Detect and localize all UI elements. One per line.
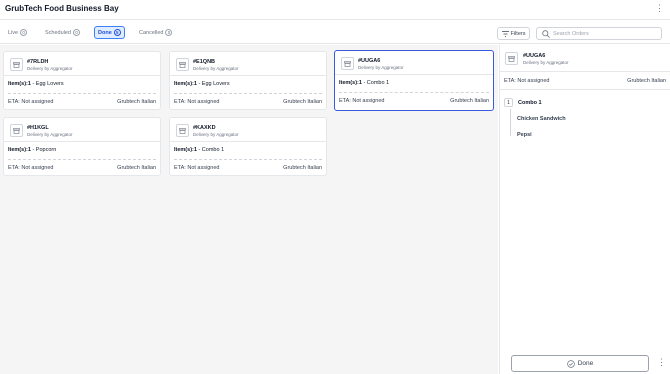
order-id: #H1KGL (27, 125, 49, 131)
filters-label: Filters (510, 30, 526, 37)
items-count: Item(s):1 (174, 147, 197, 153)
order-id: #KAXKD (193, 125, 216, 131)
search-orders-box[interactable] (536, 27, 662, 40)
delivery-type: Delivery by Aggregator (27, 66, 73, 71)
eta-text: ETA: Not assigned (8, 165, 54, 171)
order-items: Item(s):1 - Combo 1 (174, 147, 224, 153)
divider (8, 93, 156, 94)
restaurant-name: Grubtech Italian (117, 165, 156, 171)
restaurant-name: Grubtech Italian (117, 99, 156, 105)
tab-count-badge: 0 (20, 29, 28, 36)
store-icon (505, 52, 518, 65)
restaurant-name: Grubtech Italian (450, 98, 489, 104)
items-text: - Egg Lovers (196, 81, 230, 87)
divider (335, 74, 493, 75)
top-bar: GrubTech Food Business Bay ⋮ (0, 0, 670, 20)
tab-count-badge: 0 (73, 29, 80, 36)
store-icon (176, 58, 189, 71)
search-icon (542, 29, 550, 38)
detail-delivery-type: Delivery by Aggregator (523, 60, 569, 65)
order-id: #E1QNB (193, 59, 216, 65)
order-card-selected[interactable]: #UUGA6 Delivery by Aggregator Item(s):1 … (334, 50, 494, 111)
divider (170, 141, 326, 142)
eta-text: ETA: Not assigned (339, 98, 385, 104)
app-title: GrubTech Food Business Bay (5, 4, 119, 13)
delivery-type: Delivery by Aggregator (27, 132, 73, 137)
divider (8, 159, 156, 160)
orders-grid: #7RLDH Delivery by Aggregator Item(s):1 … (0, 45, 498, 374)
item-quantity: 1 (504, 98, 513, 107)
more-options-icon[interactable]: ⋮ (655, 4, 664, 13)
filters-button[interactable]: Filters (497, 27, 530, 40)
order-id: #UUGA6 (358, 58, 381, 64)
divider (500, 89, 670, 90)
delivery-type: Delivery by Aggregator (358, 65, 404, 70)
order-card[interactable]: #E1QNB Delivery by Aggregator Item(s):1 … (169, 51, 327, 110)
divider (174, 159, 322, 160)
tab-count-badge: 0 (165, 29, 173, 36)
eta-text: ETA: Not assigned (8, 99, 54, 105)
items-text: - Popcorn (30, 147, 57, 153)
modifier-item: Chicken Sandwich (517, 116, 566, 122)
items-count: Item(s):1 (8, 147, 31, 153)
tab-cancelled[interactable]: Cancelled 0 (136, 26, 175, 39)
detail-eta: ETA: Not assigned (504, 78, 550, 84)
divider (4, 75, 160, 76)
detail-restaurant: Grubtech Italian (627, 78, 666, 84)
order-items: Item(s):1 - Egg Lovers (174, 81, 230, 87)
restaurant-name: Grubtech Italian (283, 99, 322, 105)
store-icon (10, 124, 23, 137)
tab-label: Live (8, 29, 19, 36)
store-icon (10, 58, 23, 71)
order-items: Item(s):1 - Popcorn (8, 147, 56, 153)
eta-text: ETA: Not assigned (174, 99, 220, 105)
modifier-item: Pepsi (517, 132, 532, 138)
eta-text: ETA: Not assigned (174, 165, 220, 171)
items-text: - Combo 1 (196, 147, 225, 153)
done-label: Done (577, 360, 594, 367)
items-count: Item(s):1 (174, 81, 197, 87)
search-input[interactable] (553, 30, 653, 37)
detail-order-id: #UUGA6 (523, 53, 546, 59)
restaurant-name: Grubtech Italian (283, 165, 322, 171)
tab-count-badge: 5 (113, 29, 121, 36)
tab-label: Cancelled (139, 29, 164, 36)
order-detail-panel: #UUGA6 Delivery by Aggregator ETA: Not a… (499, 45, 670, 374)
divider (339, 92, 489, 93)
order-items: Item(s):1 - Egg Lovers (8, 81, 64, 87)
divider (500, 71, 670, 72)
divider (174, 93, 322, 94)
done-button[interactable]: Done (511, 355, 649, 372)
store-icon (176, 124, 189, 137)
items-text: - Combo 1 (361, 80, 390, 86)
order-items: Item(s):1 - Combo 1 (339, 80, 389, 86)
delivery-type: Delivery by Aggregator (193, 66, 239, 71)
order-id: #7RLDH (27, 59, 49, 65)
tab-scheduled[interactable]: Scheduled 0 (42, 26, 83, 39)
item-name: Combo 1 (518, 100, 542, 106)
items-text: - Egg Lovers (30, 81, 64, 87)
filter-icon (501, 30, 509, 37)
tab-live[interactable]: Live 0 (5, 26, 30, 39)
items-count: Item(s):1 (339, 80, 362, 86)
more-options-icon[interactable]: ⋮ (657, 358, 666, 367)
order-card[interactable]: #H1KGL Delivery by Aggregator Item(s):1 … (3, 117, 161, 176)
tab-label: Done (98, 29, 112, 36)
items-count: Item(s):1 (8, 81, 31, 87)
order-card[interactable]: #7RLDH Delivery by Aggregator Item(s):1 … (3, 51, 161, 110)
tab-done[interactable]: Done 5 (94, 26, 125, 39)
order-card[interactable]: #KAXKD Delivery by Aggregator Item(s):1 … (169, 117, 327, 176)
tab-label: Scheduled (45, 29, 71, 36)
delivery-type: Delivery by Aggregator (193, 132, 239, 137)
divider (170, 75, 326, 76)
divider (4, 141, 160, 142)
store-icon (341, 57, 354, 70)
check-circle-icon (566, 359, 575, 368)
modifier-tree-line (510, 109, 516, 136)
